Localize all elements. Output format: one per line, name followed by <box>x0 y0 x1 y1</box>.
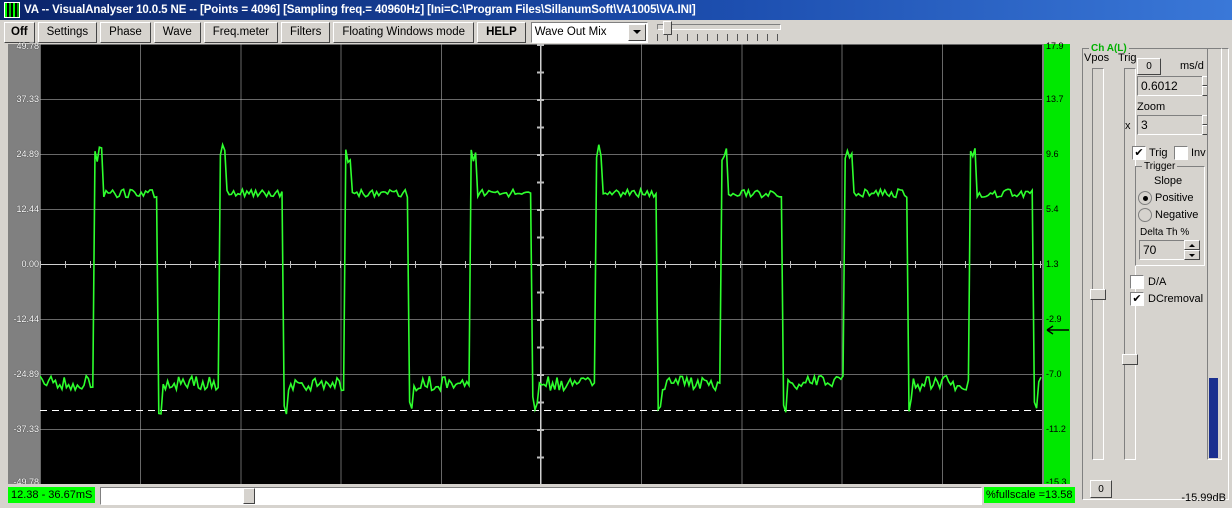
right-axis-label: -7.0 <box>1046 369 1062 379</box>
left-axis: 49.78 37.33 24.89 12.44 0.00 -12.44 -24.… <box>8 41 40 487</box>
slope-negative-radio[interactable] <box>1138 208 1152 222</box>
fullscale-readout: %fullscale =13.58 <box>984 487 1075 503</box>
slope-negative-label: Negative <box>1155 209 1199 221</box>
scope-right-edge <box>1070 44 1080 484</box>
left-axis-label: 24.89 <box>16 149 39 159</box>
right-axis-label: -11.2 <box>1046 424 1066 434</box>
volume-slider[interactable] <box>656 21 781 43</box>
dcremoval-checkbox[interactable]: ✔ <box>1130 292 1144 306</box>
vpos-slider-thumb[interactable] <box>1090 289 1106 300</box>
right-axis-label: 9.6 <box>1046 149 1059 159</box>
trig-checkbox[interactable]: ✔ <box>1132 146 1146 160</box>
zoom-prefix: x <box>1125 120 1131 132</box>
input-source-value: Wave Out Mix <box>534 26 607 38</box>
visualanalyser-window: VA -- VisualAnalyser 10.0.5 NE -- [Point… <box>0 0 1232 508</box>
off-button[interactable]: Off <box>4 21 35 43</box>
right-axis-label: -2.9 <box>1046 314 1062 324</box>
horizontal-scroll-slider[interactable] <box>100 487 982 505</box>
settings-button[interactable]: Settings <box>37 21 98 43</box>
trig-label: Trig <box>1118 52 1137 64</box>
phase-button[interactable]: Phase <box>100 21 151 43</box>
deltath-spinner[interactable] <box>1184 240 1200 260</box>
da-checkbox[interactable] <box>1130 275 1144 289</box>
trig-slider-thumb[interactable] <box>1122 354 1138 365</box>
right-axis-label: 5.4 <box>1046 204 1059 214</box>
chevron-down-icon[interactable] <box>627 23 646 41</box>
time-range-readout: 12.38 - 36.67mS <box>8 487 96 503</box>
inv-checkbox-label: Inv <box>1191 147 1206 159</box>
window-title: VA -- VisualAnalyser 10.0.5 NE -- [Point… <box>24 4 696 16</box>
zoom-label: Zoom <box>1137 101 1166 113</box>
wave-button[interactable]: Wave <box>153 21 201 43</box>
msd-label: ms/d <box>1180 60 1204 72</box>
right-axis-label: 1.3 <box>1046 259 1059 269</box>
left-axis-label: -12.44 <box>13 314 39 324</box>
inv-checkbox[interactable] <box>1174 146 1188 160</box>
left-axis-label: 49.78 <box>16 41 39 51</box>
da-label: D/A <box>1148 276 1167 288</box>
vpos-slider[interactable] <box>1092 68 1104 460</box>
volume-slider-ticks <box>656 34 779 41</box>
level-meter-fill <box>1209 378 1218 458</box>
freqmeter-button[interactable]: Freq.meter <box>203 21 279 43</box>
slope-positive-label: Positive <box>1155 192 1194 204</box>
msd-value-field[interactable]: 0.6012 <box>1137 76 1204 96</box>
deltath-spinner-down[interactable] <box>1184 250 1200 260</box>
left-axis-label: 12.44 <box>16 204 39 214</box>
slope-positive-radio[interactable] <box>1138 191 1152 205</box>
left-arrow-marker-icon <box>1046 325 1069 335</box>
slope-label: Slope <box>1154 175 1183 187</box>
floating-windows-button[interactable]: Floating Windows mode <box>333 21 475 43</box>
zoom-value-field[interactable]: 3 <box>1137 115 1204 135</box>
scope-area: 49.78 37.33 24.89 12.44 0.00 -12.44 -24.… <box>0 41 1080 487</box>
waveform-plot[interactable] <box>40 44 1042 484</box>
left-axis-label: -24.89 <box>13 369 39 379</box>
left-axis-label: -37.33 <box>13 424 39 434</box>
right-axis-label: 13.7 <box>1046 94 1064 104</box>
status-bar: 12.38 - 36.67mS %fullscale =13.58 <box>0 484 1080 508</box>
channel-control-panel: Ch A(L) Vpos Trig 0 ms/d 0.6012 Zoom x 3… <box>1080 43 1232 508</box>
db-readout: -15.99dB <box>1181 492 1226 504</box>
deltath-label: Delta Th % <box>1140 227 1190 238</box>
filters-button[interactable]: Filters <box>281 21 331 43</box>
volume-slider-track <box>656 24 781 30</box>
bottom-zero-button[interactable]: 0 <box>1090 480 1112 498</box>
left-axis-label: 37.33 <box>16 94 39 104</box>
waveform-trace <box>40 44 1042 484</box>
left-axis-label: 0.00 <box>21 259 39 269</box>
level-meter <box>1207 48 1222 460</box>
horizontal-scroll-thumb[interactable] <box>243 488 255 504</box>
help-button[interactable]: HELP <box>477 21 526 43</box>
deltath-spinner-up[interactable] <box>1184 240 1200 250</box>
volume-slider-thumb[interactable] <box>662 21 672 35</box>
trig-checkbox-label: Trig <box>1149 147 1168 159</box>
vpos-zero-button[interactable]: 0 <box>1137 58 1161 75</box>
dcremoval-label: DCremoval <box>1148 293 1204 305</box>
title-bar: VA -- VisualAnalyser 10.0.5 NE -- [Point… <box>0 0 1232 20</box>
deltath-value-field[interactable]: 70 <box>1139 240 1186 260</box>
input-source-dropdown[interactable]: Wave Out Mix <box>530 21 648 43</box>
right-axis-label: 17.9 <box>1046 41 1064 51</box>
trigger-group-label: Trigger <box>1142 161 1178 172</box>
vpos-label: Vpos <box>1084 52 1110 64</box>
waveform-icon <box>4 2 20 18</box>
